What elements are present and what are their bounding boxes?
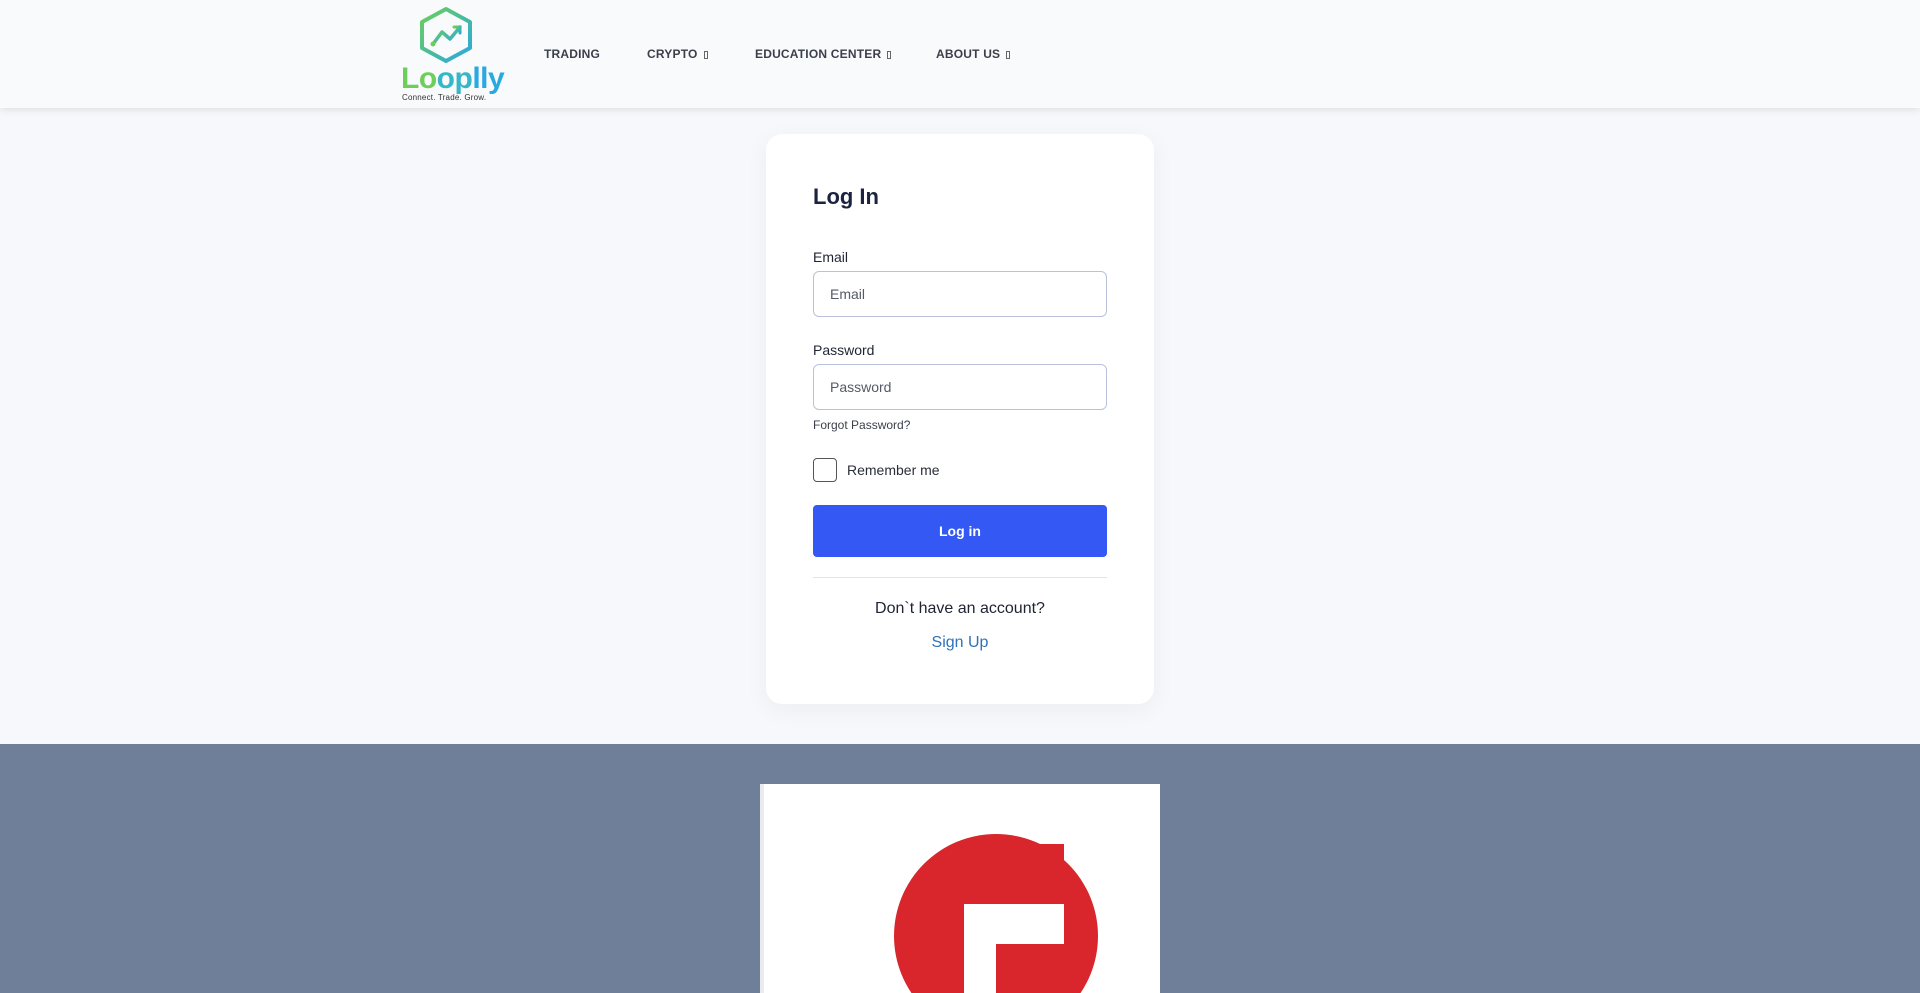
dropdown-caret-icon (887, 51, 892, 59)
dropdown-caret-icon (703, 51, 708, 59)
email-field[interactable] (813, 271, 1107, 317)
password-field[interactable] (813, 364, 1107, 410)
sign-up-link[interactable]: Sign Up (766, 634, 1154, 652)
nav-item-about-us[interactable]: ABOUT US (936, 47, 1011, 61)
nav-item-trading[interactable]: TRADING (544, 47, 600, 61)
nav-item-crypto[interactable]: CRYPTO (647, 47, 708, 61)
red-circle-logo-icon (894, 834, 1098, 993)
footer-section (0, 744, 1920, 993)
forgot-password-link[interactable]: Forgot Password? (813, 418, 910, 432)
login-card: Log In Email Password Forgot Password? R… (766, 134, 1154, 704)
brand-tagline: Connect. Trade. Grow. (402, 93, 487, 102)
divider (813, 577, 1107, 578)
site-header: Looplly Connect. Trade. Grow. TRADING CR… (0, 0, 1920, 108)
login-title: Log In (813, 184, 879, 209)
partner-banner[interactable] (760, 784, 1160, 993)
no-account-text: Don`t have an account? (875, 600, 1045, 617)
login-button[interactable]: Log in (813, 505, 1107, 557)
brand-wordmark: Looplly (401, 62, 505, 95)
hexagon-chart-icon (420, 7, 472, 63)
email-label: Email (813, 249, 849, 265)
brand-logo[interactable]: Looplly Connect. Trade. Grow. (400, 6, 505, 102)
password-label: Password (813, 342, 875, 358)
nav-item-education-center[interactable]: EDUCATION CENTER (755, 47, 892, 61)
remember-me-label[interactable]: Remember me (847, 462, 940, 478)
remember-me-checkbox[interactable] (813, 458, 837, 482)
dropdown-caret-icon (1006, 51, 1011, 59)
